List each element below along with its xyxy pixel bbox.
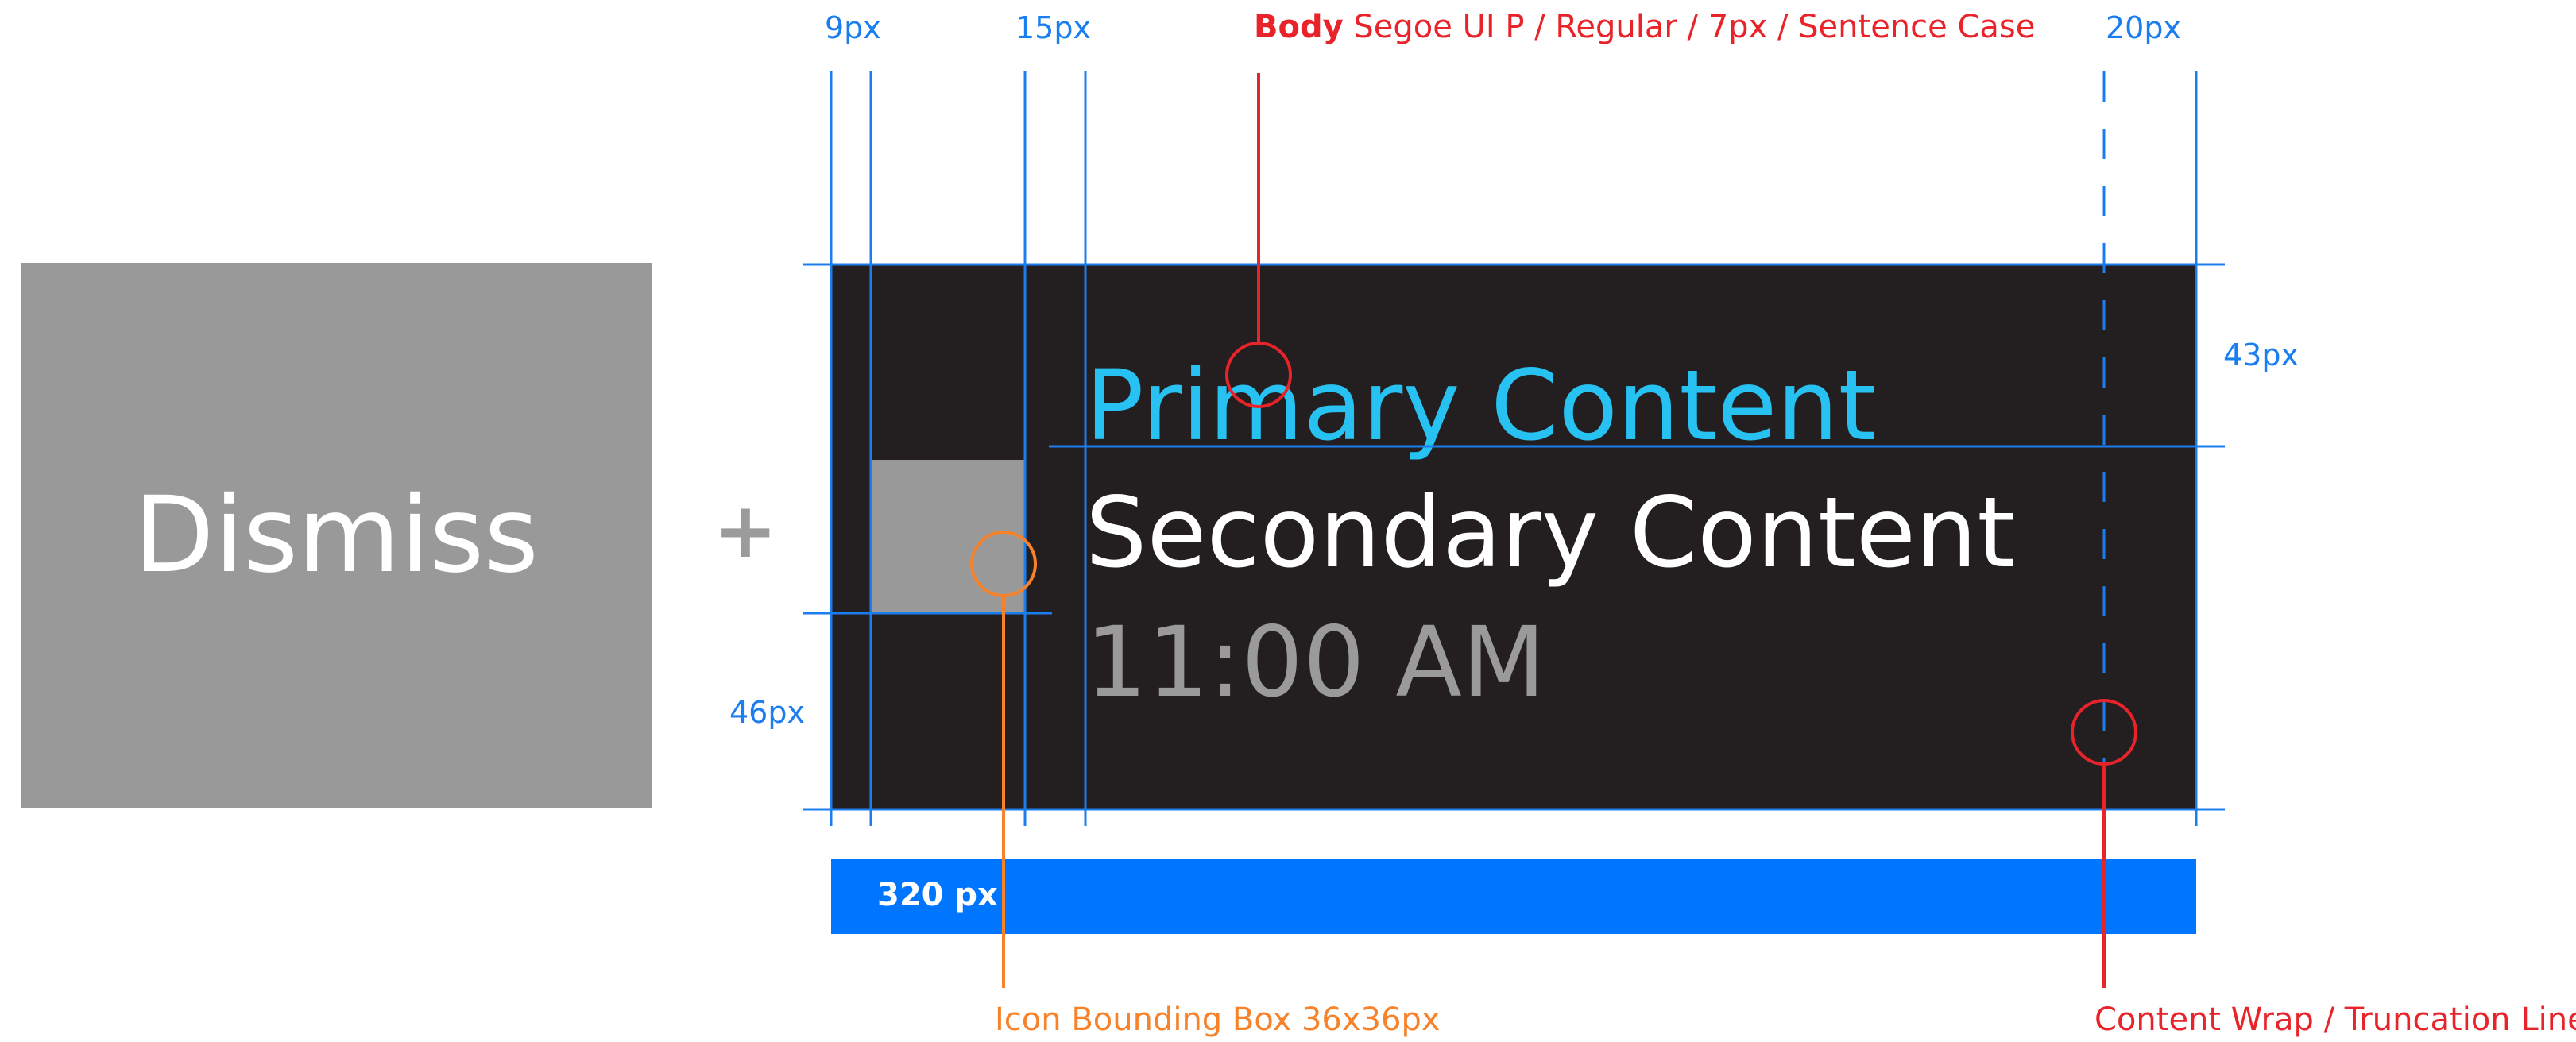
measure-bottom-spacing: 46px xyxy=(729,695,805,730)
measure-top-spacing: 43px xyxy=(2223,338,2299,372)
measure-right-margin: 20px xyxy=(2106,10,2181,45)
guide-lines xyxy=(803,71,2225,988)
icon-box-annotation: Icon Bounding Box 36x36px xyxy=(995,1001,1441,1038)
body-annotation-spec: Segoe UI P / Regular / 7px / Sentence Ca… xyxy=(1353,9,2036,45)
measure-left-margin: 9px xyxy=(825,10,881,45)
body-annotation: Body Segoe UI P / Regular / 7px / Senten… xyxy=(1254,11,2035,43)
body-callout-circle xyxy=(1225,342,1292,408)
measure-icon-gap: 15px xyxy=(1015,10,1091,45)
body-annotation-bold: Body xyxy=(1254,9,1344,45)
wrap-line-annotation: Content Wrap / Truncation Line xyxy=(2094,1001,2576,1038)
